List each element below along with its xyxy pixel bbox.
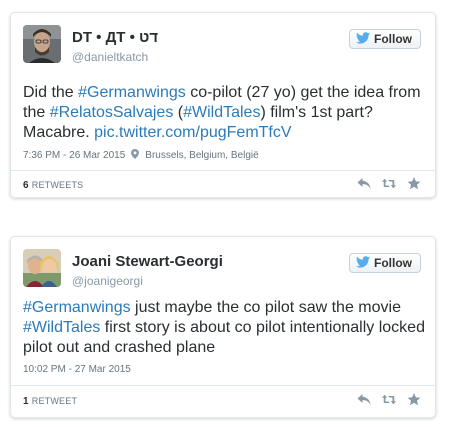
tweet-text-segment: just maybe the co pilot saw the movie bbox=[130, 299, 401, 316]
media-link[interactable]: pic.twitter.com/pugFemTfcV bbox=[94, 124, 291, 141]
retweet-stats[interactable]: 6 RETWEETS bbox=[23, 180, 83, 191]
tweet-text-segment: ( bbox=[173, 104, 184, 121]
star-icon[interactable] bbox=[407, 177, 421, 190]
divider bbox=[11, 170, 435, 171]
hashtag-link[interactable]: #Germanwings bbox=[23, 299, 131, 316]
follow-button[interactable]: Follow bbox=[349, 253, 421, 273]
tweet-meta: 10:02 PM - 27 Mar 2015 bbox=[23, 364, 131, 375]
hashtag-link[interactable]: #WildTales bbox=[23, 319, 100, 336]
hashtag-link[interactable]: #Germanwings bbox=[78, 84, 186, 101]
display-name[interactable]: Joani Stewart-Georgi bbox=[72, 253, 223, 270]
retweet-icon[interactable] bbox=[382, 393, 396, 406]
follow-button[interactable]: Follow bbox=[349, 29, 421, 49]
retweet-icon[interactable] bbox=[382, 177, 396, 190]
hashtag-link[interactable]: #RelatosSalvajes bbox=[50, 104, 174, 121]
avatar[interactable] bbox=[23, 249, 61, 287]
tweet-meta: 7:36 PM - 26 Mar 2015 Brussels, Belgium,… bbox=[23, 149, 259, 162]
reply-icon[interactable] bbox=[357, 177, 371, 190]
retweet-count: 6 bbox=[23, 180, 29, 191]
retweet-stats[interactable]: 1 RETWEET bbox=[23, 396, 77, 407]
tweet-actions bbox=[357, 393, 421, 406]
hashtag-link[interactable]: #WildTales bbox=[183, 104, 260, 121]
tweet-text: #Germanwings just maybe the co pilot saw… bbox=[23, 298, 425, 358]
follow-label: Follow bbox=[374, 32, 412, 46]
twitter-bird-icon bbox=[356, 31, 370, 47]
retweet-count: 1 bbox=[23, 396, 29, 407]
retweet-label: RETWEETS bbox=[31, 180, 84, 190]
tweet-text: Did the #Germanwings co-pilot (27 yo) ge… bbox=[23, 83, 425, 143]
follow-label: Follow bbox=[374, 256, 412, 270]
location-text[interactable]: Brussels, Belgium, België bbox=[145, 150, 258, 161]
timestamp[interactable]: 7:36 PM - 26 Mar 2015 bbox=[23, 150, 125, 161]
star-icon[interactable] bbox=[407, 393, 421, 406]
avatar[interactable] bbox=[23, 25, 61, 63]
reply-icon[interactable] bbox=[357, 393, 371, 406]
tweet-actions bbox=[357, 177, 421, 190]
display-name[interactable]: DT • ДТ • דט bbox=[72, 29, 158, 46]
location-pin-icon bbox=[131, 149, 140, 162]
user-handle[interactable]: @joanigeorgi bbox=[72, 274, 143, 288]
twitter-bird-icon bbox=[356, 255, 370, 271]
tweet-text-segment: Did the bbox=[23, 84, 79, 101]
tweet-card: DT • ДТ • דט @danieltkatch Follow Did th… bbox=[10, 12, 436, 198]
tweet-card: Joani Stewart-Georgi @joanigeorgi Follow… bbox=[10, 236, 436, 418]
retweet-label: RETWEET bbox=[31, 396, 78, 406]
user-handle[interactable]: @danieltkatch bbox=[72, 50, 148, 64]
timestamp[interactable]: 10:02 PM - 27 Mar 2015 bbox=[23, 364, 131, 375]
divider bbox=[11, 385, 435, 386]
